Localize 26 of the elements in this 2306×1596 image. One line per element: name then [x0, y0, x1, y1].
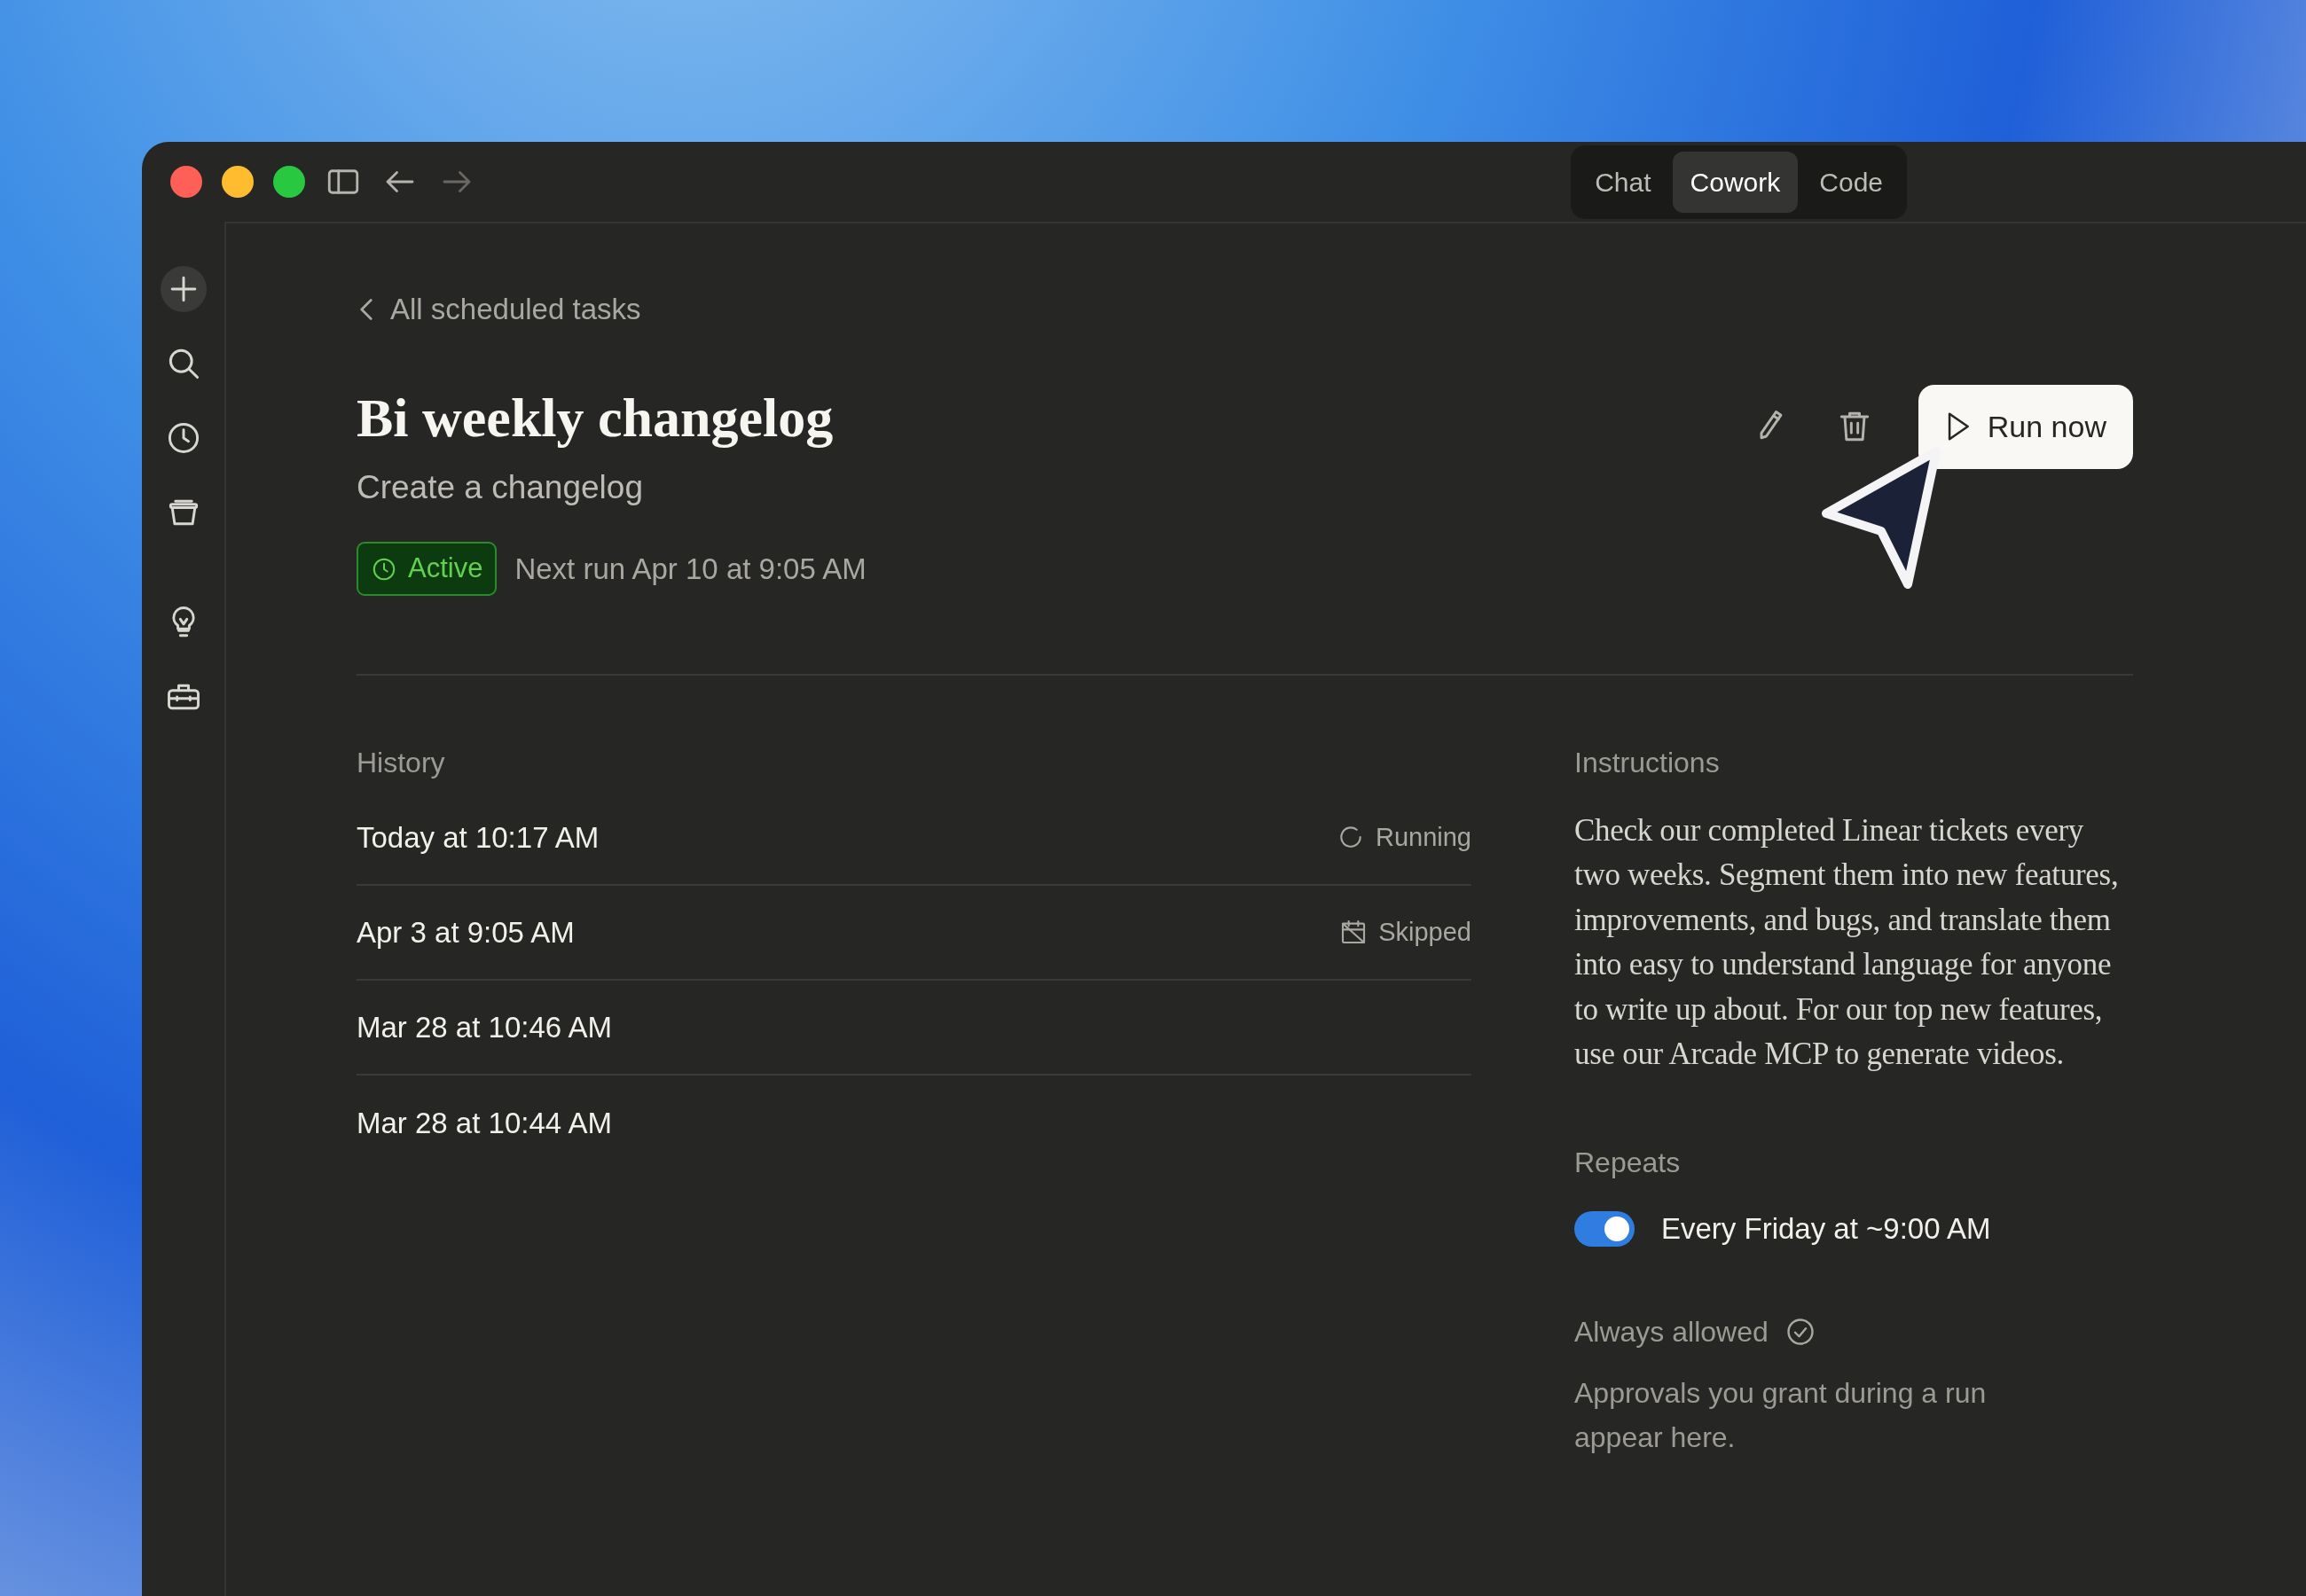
next-run-text: Next run Apr 10 at 9:05 AM	[514, 551, 867, 587]
run-status: Skipped	[1378, 916, 1471, 948]
task-title: Bi weekly changelog	[357, 386, 835, 450]
back-link[interactable]: All scheduled tasks	[357, 287, 641, 332]
section-heading: Instructions	[1574, 745, 1721, 780]
run-status: Running	[1375, 821, 1471, 853]
status-badge: Active	[357, 542, 498, 596]
instructions-text: Check our completed Linear tickets every two weeks. Segment them into new features, improvements, and bugs, and translate them into easy to understand language for anyone to write up about. For our top new features, use our Arcade MCP to generate videos.	[1574, 811, 2120, 1074]
section-heading: Always allowed	[1574, 1315, 1769, 1350]
minimize-button[interactable]	[222, 166, 254, 198]
mode-tab[interactable]: Code	[1801, 151, 1901, 213]
mode-tab[interactable]: Chat	[1577, 151, 1669, 213]
task-subtitle: Create a changelog	[357, 467, 644, 507]
section-heading: Repeats	[1574, 1145, 1682, 1180]
empty-state-text: Approvals you grant during a run appear here.	[1574, 1376, 1988, 1456]
mode-tab[interactable]: Cowork	[1672, 151, 1799, 213]
maximize-button[interactable]	[273, 166, 305, 198]
run-time: Apr 3 at 9:05 AM	[357, 914, 575, 951]
close-button[interactable]	[170, 166, 202, 198]
repeat-toggle[interactable]	[1574, 1210, 1635, 1247]
run-now-button[interactable]: Run now	[1918, 384, 2133, 469]
schedule-text: Every Friday at ~9:00 AM	[1661, 1210, 1991, 1247]
section-heading: History	[357, 745, 446, 780]
run-time: Mar 28 at 10:46 AM	[357, 1009, 612, 1045]
run-time: Today at 10:17 AM	[357, 819, 600, 856]
run-time: Mar 28 at 10:44 AM	[357, 1105, 612, 1141]
